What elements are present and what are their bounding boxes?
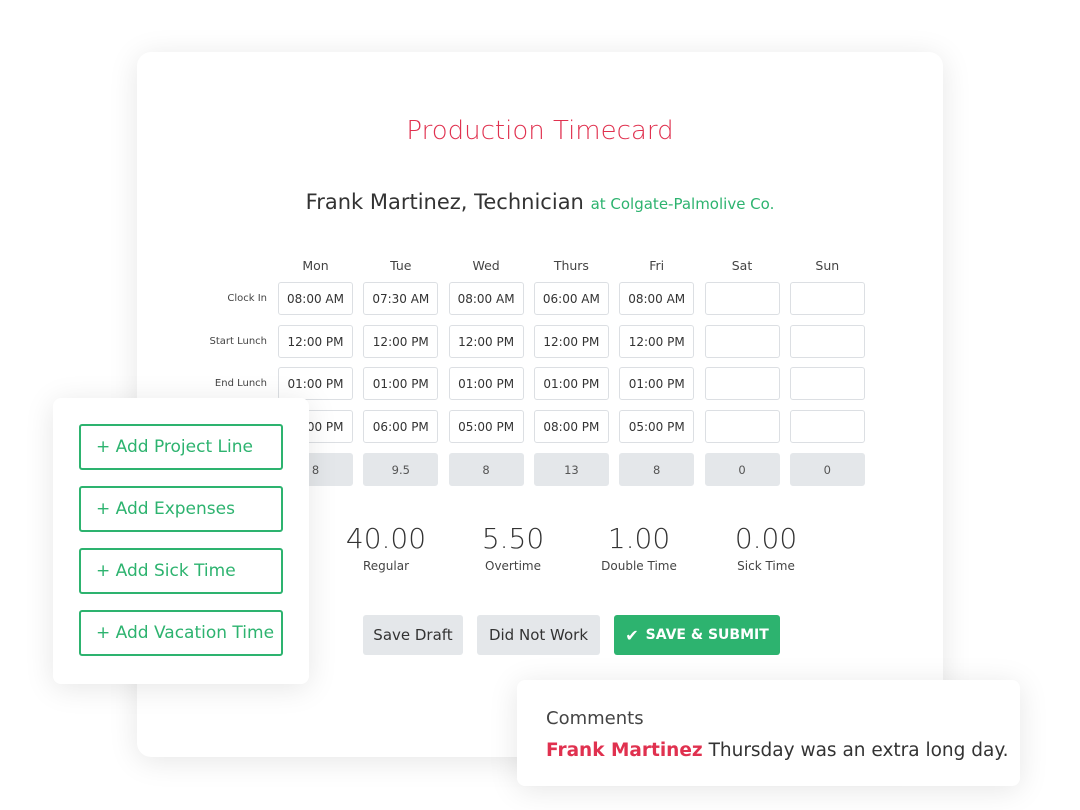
time-input[interactable]: 08:00 AM xyxy=(448,282,524,315)
comment: Frank Martinez Thursday was an extra lon… xyxy=(546,740,1009,761)
summary-value: 40.00 xyxy=(345,522,427,555)
row-label: Start Lunch xyxy=(209,336,267,347)
time-input[interactable]: 07:30 AM xyxy=(363,282,439,315)
day-header: Wed xyxy=(472,258,500,273)
employee-heading: Frank Martinez, Technician at Colgate-Pa… xyxy=(0,190,1080,214)
summary-label: Double Time xyxy=(601,559,677,573)
time-input[interactable]: 06:00 PM xyxy=(363,410,439,443)
add-project-line-button[interactable]: + Add Project Line xyxy=(79,424,283,470)
did-not-work-button[interactable]: Did Not Work xyxy=(477,615,600,655)
day-total: 0 xyxy=(704,453,780,486)
summary-label: Regular xyxy=(362,559,410,573)
check-icon: ✔ xyxy=(625,625,639,645)
summary-sick-time: 0.00 Sick Time xyxy=(696,522,836,573)
row-label: Clock In xyxy=(227,293,267,304)
add-sick-time-button[interactable]: + Add Sick Time xyxy=(79,548,283,594)
time-input[interactable]: 01:00 PM xyxy=(619,367,695,400)
time-input[interactable]: 12:00 PM xyxy=(533,325,609,358)
time-input[interactable]: 01:00 PM xyxy=(363,367,439,400)
time-input[interactable]: 06:00 AM xyxy=(533,282,609,315)
time-input[interactable]: 01:00 PM xyxy=(448,367,524,400)
time-input[interactable] xyxy=(789,367,865,400)
day-header: Mon xyxy=(302,258,329,273)
summary-value: 5.50 xyxy=(481,522,545,555)
time-input[interactable]: 08:00 AM xyxy=(278,282,353,315)
time-input[interactable] xyxy=(789,410,865,443)
add-vacation-time-button[interactable]: + Add Vacation Time xyxy=(79,610,283,656)
time-input[interactable]: 12:00 PM xyxy=(278,325,353,358)
summary-label: Overtime xyxy=(485,559,541,573)
day-header: Fri xyxy=(649,258,665,273)
summary-value: 1.00 xyxy=(607,522,671,555)
time-input[interactable] xyxy=(704,367,780,400)
time-input[interactable]: 05:00 PM xyxy=(448,410,524,443)
time-input[interactable]: 12:00 PM xyxy=(363,325,439,358)
add-expenses-button[interactable]: + Add Expenses xyxy=(79,486,283,532)
day-total: 9.5 xyxy=(363,453,439,486)
company-name: at Colgate-Palmolive Co. xyxy=(590,195,775,213)
save-draft-button[interactable]: Save Draft xyxy=(363,615,463,655)
page-title: Production Timecard xyxy=(406,116,674,146)
day-total: 0 xyxy=(789,453,865,486)
time-input[interactable] xyxy=(704,325,780,358)
comment-text: Thursday was an extra long day. xyxy=(708,740,1009,761)
time-input[interactable]: 05:00 PM xyxy=(619,410,695,443)
comment-author: Frank Martinez xyxy=(546,740,703,761)
day-total: 8 xyxy=(448,453,524,486)
time-input[interactable] xyxy=(789,325,865,358)
comments-heading: Comments xyxy=(546,708,644,729)
day-header: Sat xyxy=(731,258,753,273)
summary-label: Sick Time xyxy=(737,559,795,573)
day-header: Sun xyxy=(815,258,840,273)
summary-regular: 40.00 Regular xyxy=(316,522,456,573)
day-total: 13 xyxy=(533,453,609,486)
summary-value: 0.00 xyxy=(734,522,798,555)
save-submit-button[interactable]: ✔ SAVE & SUBMIT xyxy=(614,615,780,655)
time-input[interactable] xyxy=(704,410,780,443)
time-input[interactable]: 01:00 PM xyxy=(278,367,353,400)
save-submit-label: SAVE & SUBMIT xyxy=(645,627,769,643)
comments-panel: Comments Frank Martinez Thursday was an … xyxy=(517,680,1020,786)
day-header: Thurs xyxy=(553,258,589,273)
add-actions-panel: + Add Project Line + Add Expenses + Add … xyxy=(53,398,309,684)
day-total: 8 xyxy=(619,453,695,486)
summary-double-time: 1.00 Double Time xyxy=(569,522,709,573)
time-input[interactable]: 12:00 PM xyxy=(448,325,524,358)
row-label: End Lunch xyxy=(214,378,267,389)
time-input[interactable]: 12:00 PM xyxy=(619,325,695,358)
time-input[interactable] xyxy=(704,282,780,315)
time-input[interactable]: 01:00 PM xyxy=(533,367,609,400)
time-input[interactable]: 08:00 AM xyxy=(619,282,695,315)
time-input[interactable] xyxy=(789,282,865,315)
employee-name: Frank Martinez, Technician xyxy=(305,190,584,214)
time-input[interactable]: 08:00 PM xyxy=(533,410,609,443)
summary-overtime: 5.50 Overtime xyxy=(443,522,583,573)
day-header: Tue xyxy=(390,258,412,273)
